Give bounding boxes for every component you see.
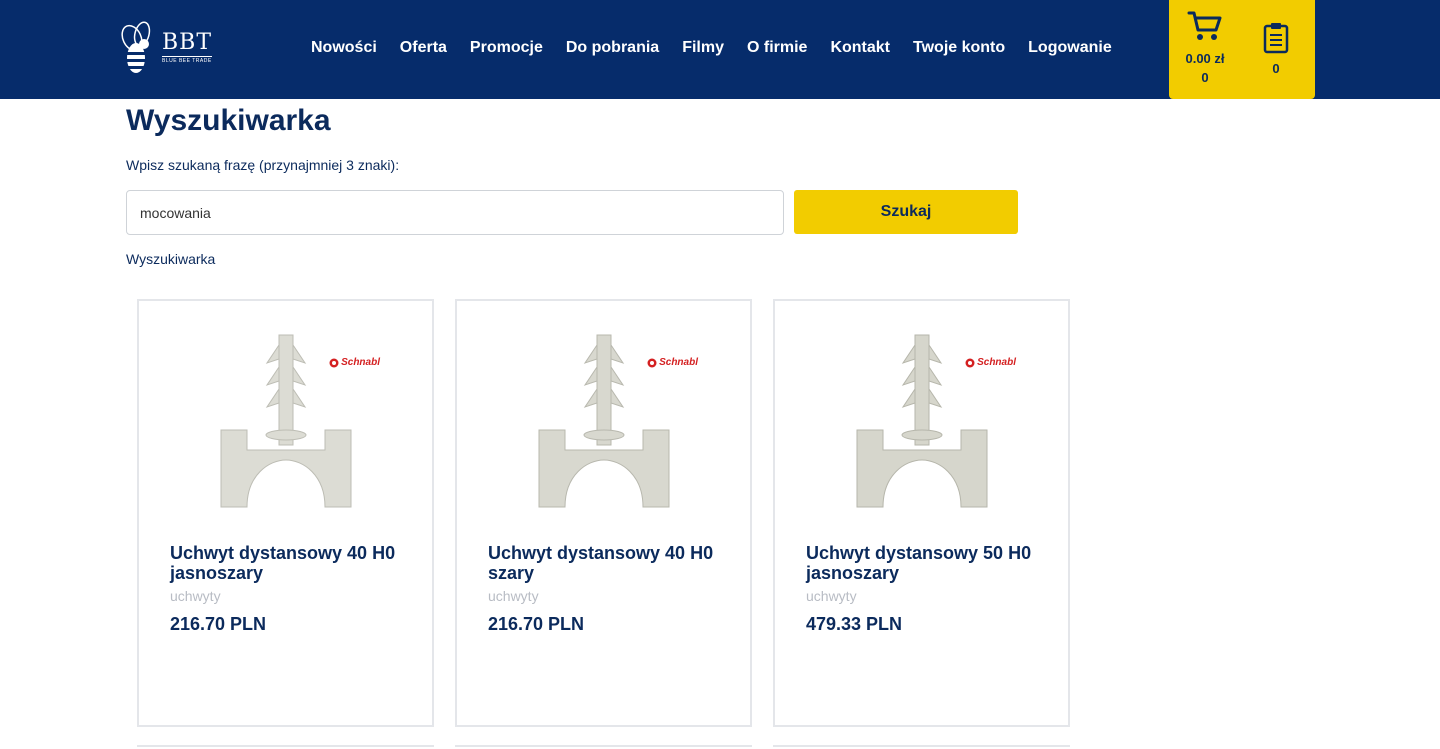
product-card-partial[interactable] [773,745,1070,749]
logo-text: BBT [162,30,213,55]
product-card[interactable]: Schnabl Uchwyt dystansowy 40 H0 szary uc… [455,299,752,727]
product-image[interactable]: Schnabl [789,315,1054,525]
brand-logo: Schnabl [329,357,380,368]
product-card[interactable]: Schnabl Uchwyt dystansowy 40 H0 jasnosza… [137,299,434,727]
product-title[interactable]: Uchwyt dystansowy 40 H0 szary [488,543,728,583]
product-image[interactable]: Schnabl [471,315,736,525]
logo[interactable]: BBT BLUE BEE TRADE [120,18,220,80]
product-price: 216.70 PLN [488,614,585,634]
cart-icon [1187,11,1222,40]
cart-panel: 0.00 zł 0 0 [1169,0,1315,99]
brand-name: Schnabl [341,357,380,368]
site-header: BBT BLUE BEE TRADE Nowości Oferta Promoc… [0,0,1440,99]
nav-item-do-pobrania[interactable]: Do pobrania [566,39,659,57]
brand-name: Schnabl [977,357,1016,368]
schnabl-logo-icon [329,358,339,367]
nav-item-filmy[interactable]: Filmy [682,39,724,57]
brand-logo: Schnabl [965,357,1016,368]
nav-item-nowosci[interactable]: Nowości [311,39,377,57]
clipboard-icon [1263,23,1289,54]
product-price: 479.33 PLN [806,614,903,634]
nav-item-oferta[interactable]: Oferta [400,39,447,57]
nav-item-promocje[interactable]: Promocje [470,39,543,57]
cart-button[interactable]: 0.00 zł 0 [1179,10,1231,85]
page-title: Wyszukiwarka [126,104,331,137]
brand-name: Schnabl [659,357,698,368]
product-image[interactable]: Schnabl [153,315,418,525]
product-card-partial[interactable] [137,745,434,749]
search-button[interactable]: Szukaj [794,190,1018,234]
search-input[interactable] [126,190,784,235]
nav-item-o-firmie[interactable]: O firmie [747,39,807,57]
product-price: 216.70 PLN [170,614,267,634]
cart-total: 0.00 zł [1185,51,1225,66]
product-category: uchwyty [806,588,857,604]
product-card-partial[interactable] [455,745,752,749]
clipboard-count: 0 [1272,61,1280,76]
product-card[interactable]: Schnabl Uchwyt dystansowy 50 H0 jasnosza… [773,299,1070,727]
cart-count: 0 [1201,70,1209,85]
brand-logo: Schnabl [647,357,698,368]
product-category: uchwyty [488,588,539,604]
logo-subtext: BLUE BEE TRADE [162,56,213,64]
product-category: uchwyty [170,588,221,604]
nav-item-twoje-konto[interactable]: Twoje konto [913,39,1005,57]
breadcrumb: Wyszukiwarka [126,251,216,267]
schnabl-logo-icon [647,358,657,367]
product-title[interactable]: Uchwyt dystansowy 50 H0 jasnoszary [806,543,1046,583]
bee-logo-icon [121,21,151,73]
schnabl-logo-icon [965,358,975,367]
clipboard-button[interactable]: 0 [1261,22,1291,76]
search-label: Wpisz szukaną frazę (przynajmniej 3 znak… [126,157,400,173]
nav-item-kontakt[interactable]: Kontakt [830,39,890,57]
main-nav: Nowości Oferta Promocje Do pobrania Film… [311,39,1135,57]
nav-item-logowanie[interactable]: Logowanie [1028,39,1112,57]
product-title[interactable]: Uchwyt dystansowy 40 H0 jasnoszary [170,543,410,583]
